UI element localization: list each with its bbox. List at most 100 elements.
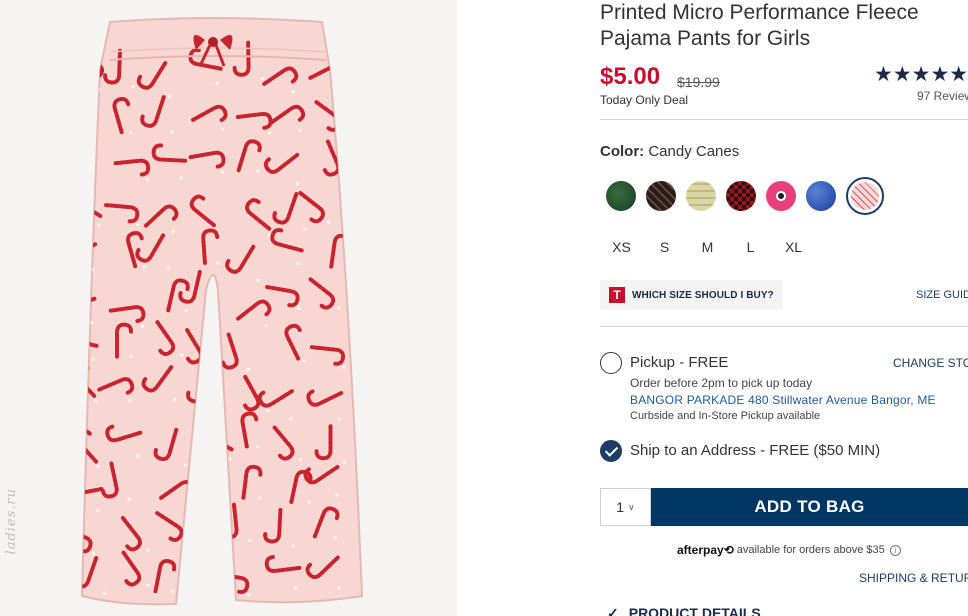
snow-dot	[297, 306, 301, 310]
snow-dot	[88, 187, 92, 191]
snow-dot	[296, 262, 300, 266]
snow-dot	[260, 77, 265, 81]
swatch-pink-penguin[interactable]	[766, 181, 796, 211]
candy-cane-icon	[186, 561, 214, 594]
size-guide-link[interactable]: SIZE GUIDE	[916, 289, 968, 301]
snow-dot	[168, 94, 172, 98]
color-selection-label: Color: Candy Canes	[600, 143, 739, 160]
snow-dot	[146, 548, 150, 552]
pickup-cutoff-note: Order before 2pm to pick up today	[630, 376, 813, 390]
snow-dot	[209, 597, 213, 601]
candy-cane-icon	[82, 168, 93, 187]
snow-dot	[268, 131, 272, 135]
snow-dot	[215, 81, 219, 85]
snow-dot	[184, 539, 188, 543]
snow-dot	[208, 361, 212, 366]
snow-dot	[302, 227, 307, 231]
candy-cane-icon	[82, 291, 97, 310]
snow-dot	[256, 169, 260, 173]
color-value: Candy Canes	[648, 143, 740, 160]
snow-dot	[129, 355, 133, 359]
snow-dot	[216, 405, 220, 409]
info-icon[interactable]: i	[889, 544, 901, 556]
snow-dot	[131, 85, 135, 89]
pickup-label: Pickup - FREE	[630, 354, 729, 371]
snow-dot	[145, 177, 150, 181]
snow-dot	[97, 223, 101, 227]
snow-dot	[171, 229, 175, 233]
product-details-toggle[interactable]: ✓ PRODUCT DETAILS	[607, 605, 761, 616]
ship-label: Ship to an Address - FREE ($50 MIN)	[630, 442, 881, 459]
snow-dot	[135, 454, 139, 458]
snow-dot	[146, 583, 150, 587]
snow-dot	[291, 544, 296, 548]
snow-dot	[337, 306, 341, 311]
size-option-xs[interactable]: XS	[600, 237, 643, 257]
product-image[interactable]: ladies.ru	[0, 0, 457, 616]
snow-dot	[129, 131, 133, 135]
snow-dot	[91, 357, 95, 362]
snow-dot	[128, 398, 132, 403]
snow-dot	[208, 305, 212, 310]
snow-dot	[337, 417, 341, 421]
chevron-down-icon: ∨	[628, 501, 635, 512]
snow-dot	[338, 86, 342, 90]
snow-dot	[183, 463, 187, 467]
image-watermark: ladies.ru	[4, 488, 19, 555]
snow-dot	[295, 182, 299, 186]
candy-cane-icon	[189, 472, 227, 490]
chevron-icon: ✓	[607, 605, 619, 616]
ship-radio[interactable]	[600, 440, 622, 462]
snow-dot	[298, 128, 302, 132]
quantity-select[interactable]: 1 ∨	[600, 488, 651, 526]
shipping-returns-link[interactable]: SHIPPING & RETURNS	[859, 571, 968, 585]
size-option-l[interactable]: L	[729, 237, 772, 257]
snow-dot	[173, 398, 177, 402]
snow-dot	[307, 500, 311, 504]
rating-stars-icon[interactable]: ★★★★★	[874, 62, 968, 87]
size-help-button[interactable]: T WHICH SIZE SHOULD I BUY?	[600, 280, 783, 310]
snow-dot	[334, 493, 339, 497]
snow-dot	[221, 127, 225, 131]
swatch-candy-canes[interactable]	[846, 177, 884, 215]
change-store-link[interactable]: CHANGE STORE	[893, 356, 968, 370]
snow-dot	[228, 457, 232, 461]
candy-cane-icon	[184, 520, 213, 552]
pajama-pants-illustration	[80, 17, 364, 606]
swatch-plaid-animal[interactable]	[646, 181, 676, 211]
swatch-red-buffalo-check[interactable]	[726, 181, 756, 211]
add-to-bag-button[interactable]: ADD TO BAG	[651, 488, 968, 526]
candy-cane-icon	[220, 502, 239, 540]
snow-dot	[142, 265, 146, 269]
swatch-light-plaid[interactable]	[686, 181, 716, 211]
snow-dot	[246, 368, 250, 372]
size-option-xl[interactable]: XL	[772, 237, 815, 257]
curbside-note: Curbside and In-Store Pickup available	[630, 410, 821, 422]
snow-dot	[298, 457, 302, 461]
snow-dot	[102, 591, 106, 595]
snow-dot	[247, 593, 251, 597]
reviews-link[interactable]: 97 Reviews	[917, 89, 968, 103]
snow-dot	[342, 460, 347, 464]
size-help-label: WHICH SIZE SHOULD I BUY?	[632, 289, 774, 301]
size-option-s[interactable]: S	[643, 237, 686, 257]
snow-dot	[215, 555, 219, 559]
sale-price: $5.00	[600, 63, 661, 90]
snow-dot	[136, 223, 140, 227]
snow-dot	[179, 176, 183, 180]
snow-dot	[333, 536, 337, 540]
snow-dot	[256, 278, 260, 282]
snow-dot	[264, 323, 268, 328]
product-title: Printed Micro Performance Fleece Pajama …	[600, 1, 919, 50]
snow-dot	[166, 267, 170, 271]
snow-dot	[220, 170, 224, 174]
afterpay-message: afterpay⟲ available for orders above $35…	[677, 543, 901, 557]
candy-cane-icon	[82, 108, 90, 146]
snow-dot	[266, 409, 270, 413]
swatch-green-print[interactable]	[606, 181, 636, 211]
candy-cane-icon	[82, 239, 98, 258]
pickup-radio[interactable]	[600, 352, 622, 374]
swatch-blue-sparkle[interactable]	[806, 181, 836, 211]
size-option-m[interactable]: M	[686, 237, 729, 257]
store-address-link[interactable]: BANGOR PARKADE 480 Stillwater Avenue Ban…	[630, 393, 936, 407]
